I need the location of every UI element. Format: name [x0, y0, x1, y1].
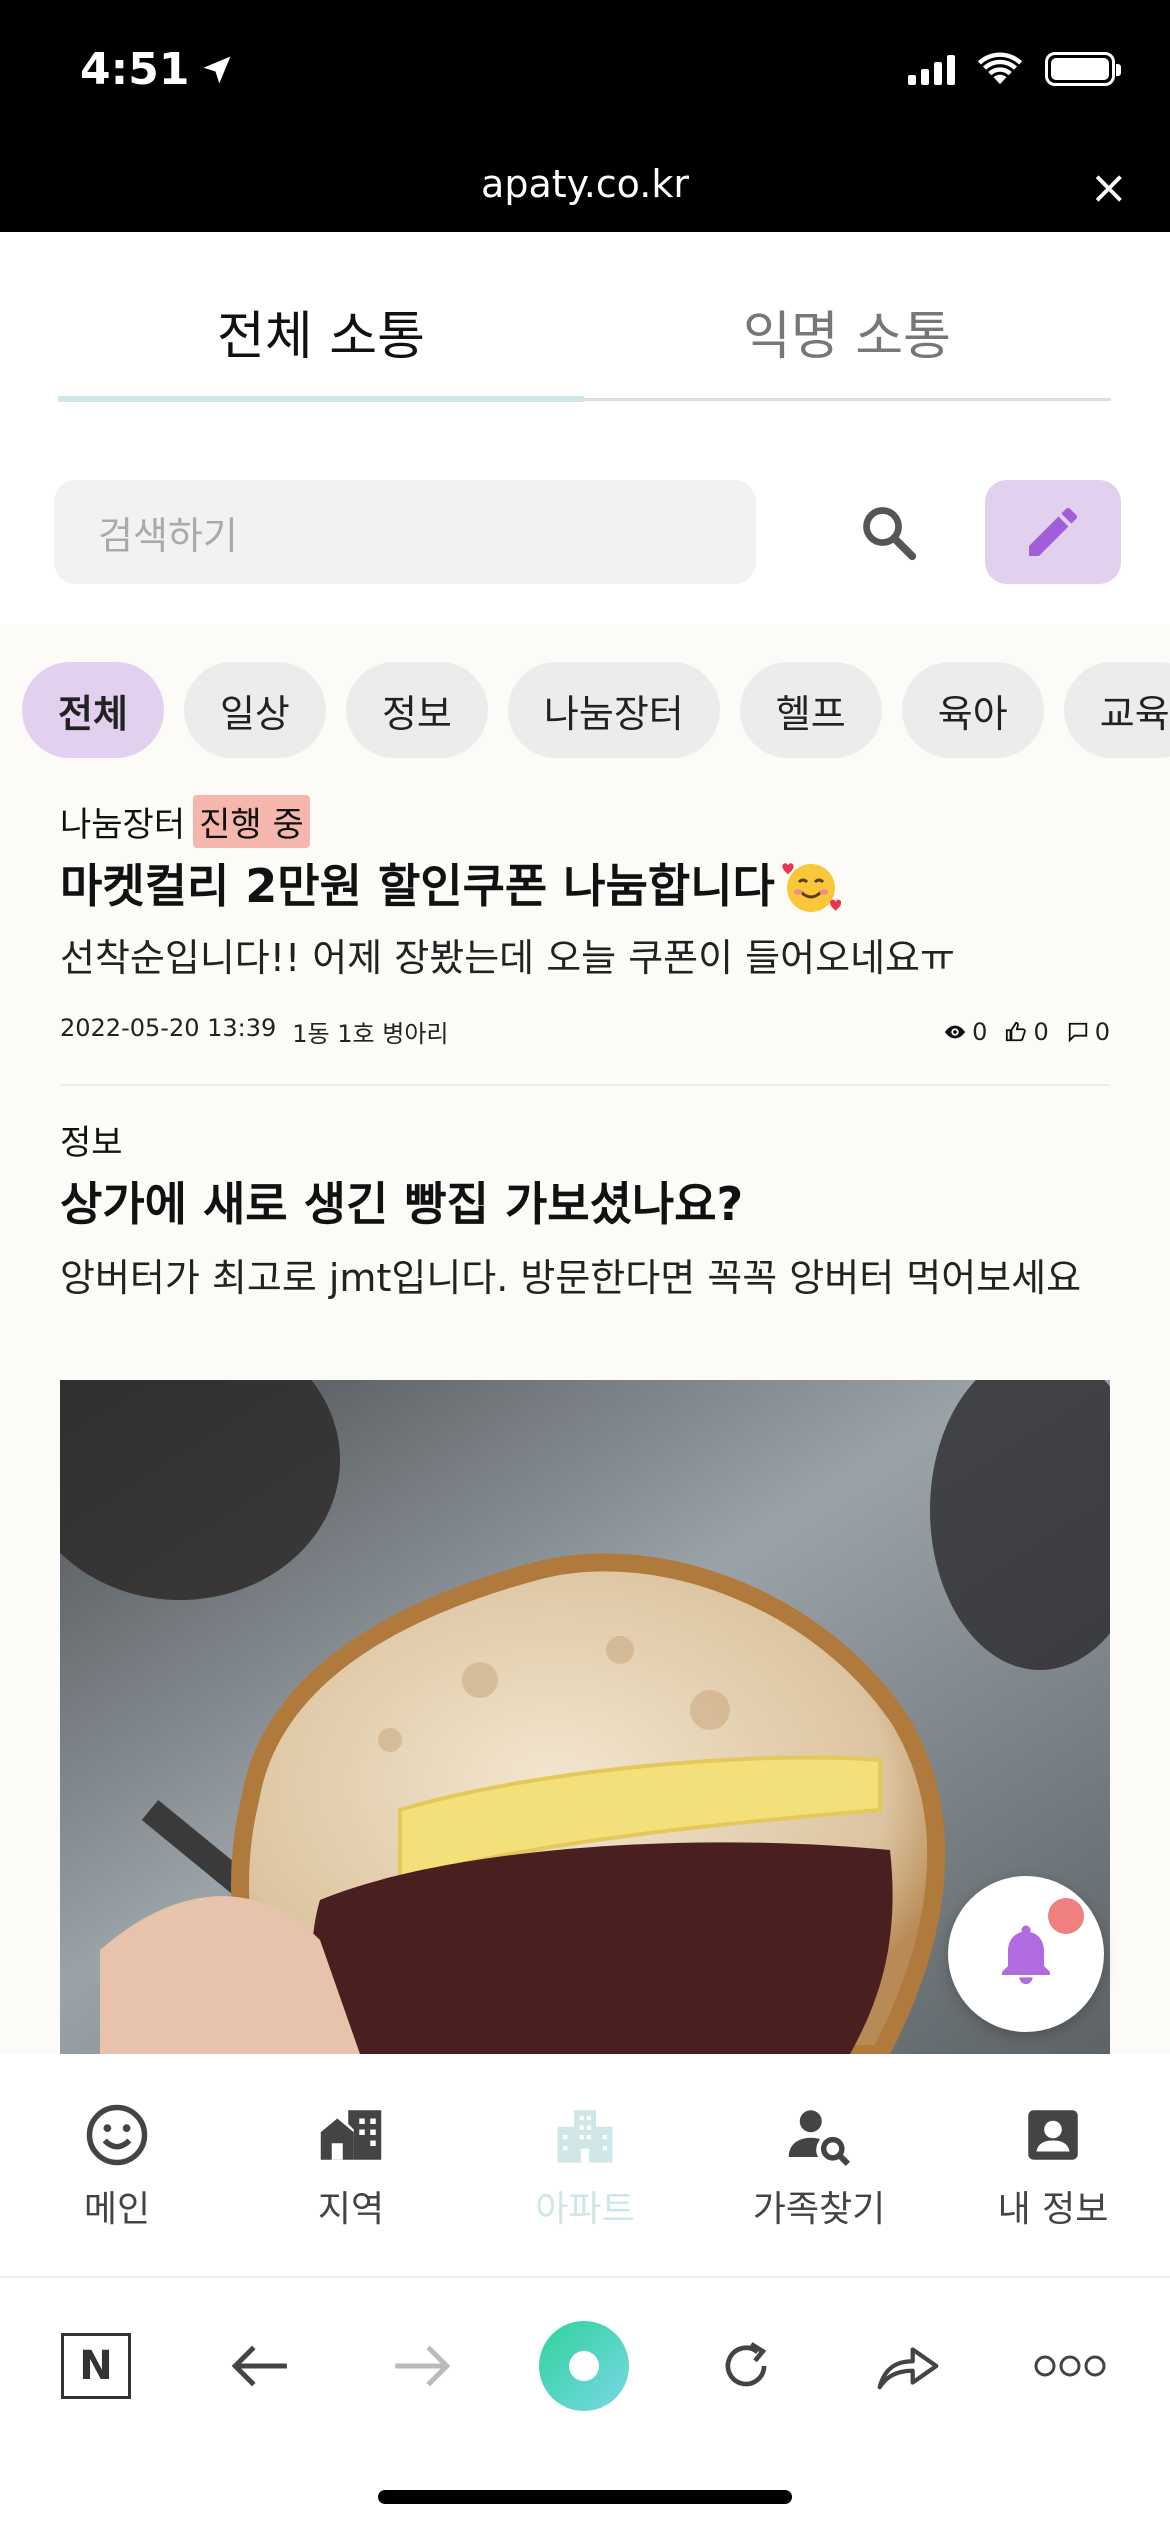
post-feed[interactable]: 전체 일상 정보 나눔장터 헬프 육아 교육 나눔장터 진행 중 마켓컬리 2만… [0, 624, 1170, 2054]
list-item[interactable]: 정보 상가에 새로 생긴 빵집 가보셨나요? 앙버터가 최고로 jmt입니다. … [60, 1114, 1110, 1306]
chip-parenting[interactable]: 육아 [901, 662, 1044, 758]
post-divider [60, 1084, 1110, 1086]
notification-dot [1048, 1898, 1084, 1934]
battery-icon [1045, 52, 1121, 86]
green-dot-button[interactable] [538, 2316, 630, 2416]
account-box-icon [1020, 2100, 1086, 2170]
post-body: 선착순입니다!! 어제 장봤는데 오늘 쿠폰이 들어오네요ㅠ [60, 936, 955, 980]
signal-icon [908, 53, 955, 85]
list-item[interactable]: 나눔장터 진행 중 마켓컬리 2만원 할인쿠폰 나눔합니다 선착순입니다!! 어… [60, 794, 1110, 1049]
view-count: 0 [972, 1017, 988, 1046]
nav-apartment-label: 아파트 [535, 2189, 635, 2230]
chip-info[interactable]: 정보 [345, 662, 488, 758]
smiley-icon [84, 2100, 150, 2170]
back-button[interactable] [220, 2316, 300, 2416]
search-button[interactable] [844, 488, 934, 578]
notification-button[interactable] [948, 1876, 1104, 2032]
naver-n-button[interactable]: N [56, 2316, 136, 2416]
share-arrow-icon [877, 2347, 939, 2390]
nav-main[interactable]: 메인 [0, 2054, 234, 2276]
forward-button[interactable] [382, 2316, 462, 2416]
post-title-row[interactable]: 마켓컬리 2만원 할인쿠폰 나눔합니다 [60, 854, 1110, 918]
post-author: 1동 1호 병아리 [292, 1020, 449, 1048]
tab-active-indicator [58, 396, 584, 402]
apartment-icon [552, 2100, 618, 2170]
category-chips: 전체 일상 정보 나눔장터 헬프 육아 교육 [22, 662, 1170, 758]
refresh-button[interactable] [706, 2316, 786, 2416]
nav-region[interactable]: 지역 [234, 2054, 468, 2276]
nav-my-info-label: 내 정보 [997, 2189, 1109, 2230]
location-arrow-icon [203, 56, 231, 83]
nav-main-label: 메인 [83, 2189, 151, 2230]
more-dots-icon [1034, 2355, 1106, 2377]
refresh-icon [725, 2342, 767, 2387]
nav-my-info[interactable]: 내 정보 [936, 2054, 1170, 2276]
eye-icon [945, 1025, 966, 1038]
comment-icon [1068, 1022, 1087, 1042]
chip-help[interactable]: 헬프 [739, 662, 882, 758]
post-body: 앙버터가 최고로 jmt입니다. 방문한다면 꼭꼭 앙버터 먹어보세요 [60, 1256, 1082, 1300]
status-and-url-bar: 4:51 apaty.co.kr × [0, 0, 1170, 232]
status-badge: 진행 중 [193, 794, 310, 848]
arrow-right-icon [395, 2345, 451, 2387]
chip-daily[interactable]: 일상 [183, 662, 326, 758]
comment-count: 0 [1094, 1017, 1110, 1046]
chip-education[interactable]: 교육 [1063, 662, 1170, 758]
bell-icon [1002, 1925, 1050, 1984]
search-icon [863, 507, 917, 561]
nav-family-search[interactable]: 가족찾기 [702, 2054, 936, 2276]
arrow-left-icon [231, 2345, 287, 2387]
chip-all[interactable]: 전체 [22, 662, 164, 758]
tab-all-talk[interactable]: 전체 소통 [58, 294, 584, 369]
nav-region-label: 지역 [317, 2189, 385, 2230]
post-date: 2022-05-20 13:39 [60, 1014, 277, 1042]
post-meta: 2022-05-20 13:39 1동 1호 병아리 0 0 0 [60, 1014, 1110, 1049]
status-time: 4:51 [80, 44, 235, 95]
post-category: 나눔장터 [60, 804, 186, 845]
like-count: 0 [1033, 1017, 1049, 1046]
home-indicator [378, 2490, 792, 2504]
post-title[interactable]: 상가에 새로 생긴 빵집 가보셨나요? [60, 1172, 1110, 1236]
thumbs-up-icon [1006, 1021, 1027, 1041]
green-dot-icon [539, 2321, 629, 2411]
tab-anonymous-talk[interactable]: 익명 소통 [584, 294, 1110, 369]
wifi-icon [977, 52, 1023, 85]
search-input[interactable]: 검색하기 [54, 480, 756, 584]
nav-family-search-label: 가족찾기 [752, 2189, 886, 2230]
chip-sharing-market[interactable]: 나눔장터 [507, 662, 720, 758]
person-search-icon [786, 2100, 852, 2170]
close-icon[interactable]: × [1089, 160, 1128, 214]
board-tabs: 전체 소통 익명 소통 [58, 232, 1111, 408]
share-button[interactable] [868, 2316, 948, 2416]
bottom-nav: 메인 지역 아파트 가족찾기 내 정보 [0, 2054, 1170, 2276]
post-title[interactable]: 마켓컬리 2만원 할인쿠폰 나눔합니다 [60, 854, 775, 918]
pencil-icon [1029, 507, 1078, 556]
url-domain[interactable]: apaty.co.kr [0, 162, 1170, 206]
write-post-button[interactable] [985, 480, 1121, 584]
smiling-face-with-hearts-icon [782, 863, 841, 912]
city-icon [318, 2100, 384, 2170]
n-logo-icon: N [61, 2333, 131, 2399]
nav-apartment[interactable]: 아파트 [468, 2054, 702, 2276]
post-category: 정보 [60, 1122, 123, 1163]
more-button[interactable] [1030, 2316, 1110, 2416]
